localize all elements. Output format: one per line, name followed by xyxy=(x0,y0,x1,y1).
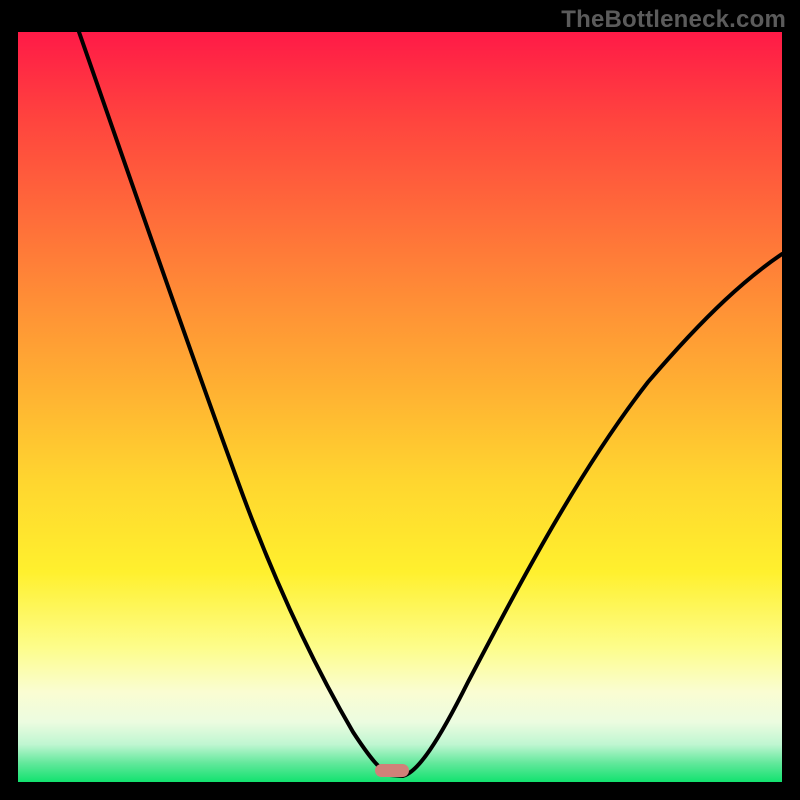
optimal-marker xyxy=(375,764,409,777)
chart-frame: TheBottleneck.com xyxy=(0,0,800,800)
curve-path xyxy=(79,32,782,776)
watermark-text: TheBottleneck.com xyxy=(561,6,786,34)
bottleneck-curve xyxy=(18,32,782,782)
plot-area xyxy=(18,32,782,782)
